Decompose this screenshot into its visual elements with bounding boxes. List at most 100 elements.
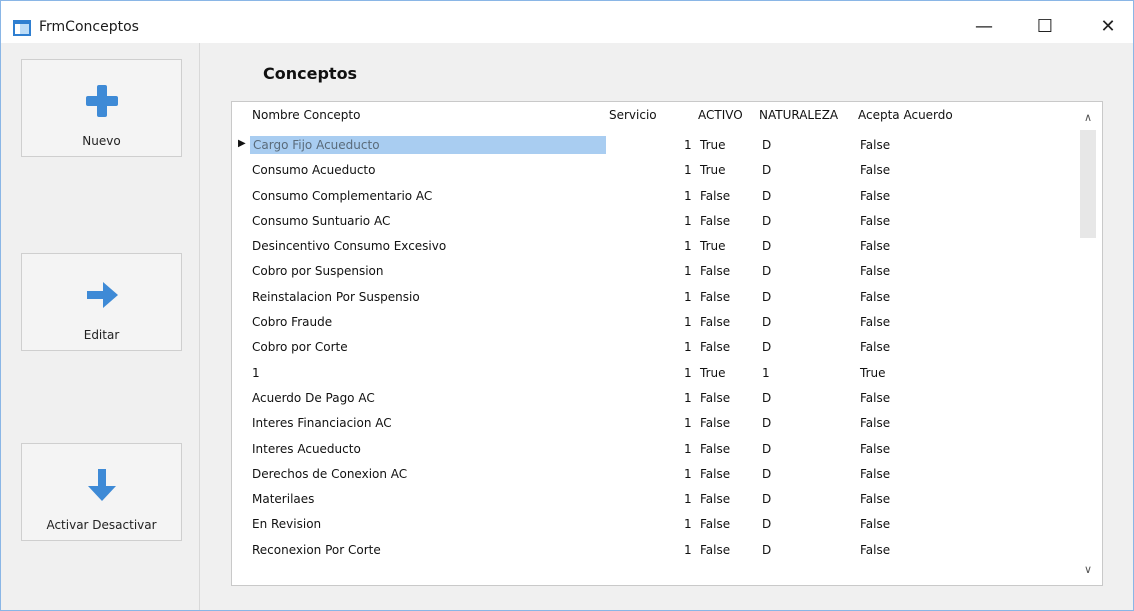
table-row[interactable]: ▶ Cargo Fijo Acueducto 1 True D False <box>232 135 1072 160</box>
nuevo-button[interactable]: Nuevo <box>21 59 182 157</box>
cell-activo[interactable]: False <box>700 543 730 557</box>
cell-nombre[interactable]: Desincentivo Consumo Excesivo <box>252 239 446 253</box>
cell-nombre[interactable]: Cargo Fijo Acueducto <box>250 136 606 154</box>
cell-servicio[interactable]: 1 <box>684 340 692 354</box>
cell-activo[interactable]: False <box>700 467 730 481</box>
cell-servicio[interactable]: 1 <box>684 416 692 430</box>
table-row[interactable]: Materilaes 1 False D False <box>232 489 1072 514</box>
column-header-acepta-acuerdo[interactable]: Acepta Acuerdo <box>858 108 953 122</box>
table-row[interactable]: Reinstalacion Por Suspensio 1 False D False <box>232 287 1072 312</box>
cell-servicio[interactable]: 1 <box>684 189 692 203</box>
cell-nombre[interactable]: Derechos de Conexion AC <box>252 467 407 481</box>
cell-acepta-acuerdo[interactable]: False <box>860 214 890 228</box>
scroll-thumb[interactable] <box>1080 130 1096 238</box>
cell-acepta-acuerdo[interactable]: False <box>860 517 890 531</box>
cell-naturaleza[interactable]: D <box>762 189 771 203</box>
cell-servicio[interactable]: 1 <box>684 492 692 506</box>
cell-naturaleza[interactable]: D <box>762 138 771 152</box>
cell-servicio[interactable]: 1 <box>684 442 692 456</box>
cell-activo[interactable]: False <box>700 189 730 203</box>
cell-activo[interactable]: True <box>700 163 726 177</box>
cell-acepta-acuerdo[interactable]: False <box>860 340 890 354</box>
table-row[interactable]: 1 1 True 1 True <box>232 363 1072 388</box>
cell-acepta-acuerdo[interactable]: False <box>860 315 890 329</box>
table-row[interactable]: Consumo Suntuario AC 1 False D False <box>232 211 1072 236</box>
cell-naturaleza[interactable]: D <box>762 416 771 430</box>
cell-activo[interactable]: True <box>700 239 726 253</box>
table-row[interactable]: Interes Financiacion AC 1 False D False <box>232 413 1072 438</box>
close-button[interactable]: ✕ <box>1085 11 1131 43</box>
cell-activo[interactable]: False <box>700 391 730 405</box>
table-row[interactable]: En Revision 1 False D False <box>232 514 1072 539</box>
cell-nombre[interactable]: Cobro por Suspension <box>252 264 383 278</box>
cell-naturaleza[interactable]: D <box>762 492 771 506</box>
cell-servicio[interactable]: 1 <box>684 543 692 557</box>
cell-naturaleza[interactable]: D <box>762 315 771 329</box>
table-row[interactable]: Consumo Complementario AC 1 False D False <box>232 186 1072 211</box>
cell-naturaleza[interactable]: D <box>762 239 771 253</box>
cell-nombre[interactable]: Interes Financiacion AC <box>252 416 392 430</box>
cell-acepta-acuerdo[interactable]: False <box>860 189 890 203</box>
column-header-nombre[interactable]: Nombre Concepto <box>252 108 360 122</box>
table-row[interactable]: Cobro por Suspension 1 False D False <box>232 261 1072 286</box>
cell-acepta-acuerdo[interactable]: False <box>860 264 890 278</box>
cell-servicio[interactable]: 1 <box>684 239 692 253</box>
cell-acepta-acuerdo[interactable]: False <box>860 391 890 405</box>
cell-servicio[interactable]: 1 <box>684 290 692 304</box>
column-header-servicio[interactable]: Servicio <box>609 108 657 122</box>
cell-activo[interactable]: False <box>700 264 730 278</box>
cell-servicio[interactable]: 1 <box>684 391 692 405</box>
cell-nombre[interactable]: Acuerdo De Pago AC <box>252 391 375 405</box>
cell-servicio[interactable]: 1 <box>684 517 692 531</box>
cell-activo[interactable]: False <box>700 492 730 506</box>
cell-naturaleza[interactable]: D <box>762 442 771 456</box>
cell-activo[interactable]: False <box>700 340 730 354</box>
cell-naturaleza[interactable]: D <box>762 467 771 481</box>
cell-acepta-acuerdo[interactable]: False <box>860 416 890 430</box>
cell-servicio[interactable]: 1 <box>684 264 692 278</box>
cell-nombre[interactable]: Consumo Suntuario AC <box>252 214 390 228</box>
cell-acepta-acuerdo[interactable]: False <box>860 492 890 506</box>
cell-acepta-acuerdo[interactable]: True <box>860 366 886 380</box>
cell-nombre[interactable]: Cobro por Corte <box>252 340 348 354</box>
cell-acepta-acuerdo[interactable]: False <box>860 442 890 456</box>
cell-nombre[interactable]: Reinstalacion Por Suspensio <box>252 290 420 304</box>
cell-naturaleza[interactable]: D <box>762 543 771 557</box>
cell-nombre[interactable]: Consumo Complementario AC <box>252 189 432 203</box>
cell-nombre[interactable]: En Revision <box>252 517 321 531</box>
table-row[interactable]: Acuerdo De Pago AC 1 False D False <box>232 388 1072 413</box>
editar-button[interactable]: Editar <box>21 253 182 351</box>
cell-servicio[interactable]: 1 <box>684 163 692 177</box>
table-row[interactable]: Cobro Fraude 1 False D False <box>232 312 1072 337</box>
cell-naturaleza[interactable]: D <box>762 340 771 354</box>
cell-nombre[interactable]: Consumo Acueducto <box>252 163 375 177</box>
cell-acepta-acuerdo[interactable]: False <box>860 138 890 152</box>
column-header-naturaleza[interactable]: NATURALEZA <box>759 108 838 122</box>
cell-servicio[interactable]: 1 <box>684 467 692 481</box>
table-row[interactable]: Cobro por Corte 1 False D False <box>232 337 1072 362</box>
cell-activo[interactable]: False <box>700 214 730 228</box>
table-row[interactable]: Reconexion Por Corte 1 False D False <box>232 540 1072 565</box>
cell-servicio[interactable]: 1 <box>684 138 692 152</box>
table-row[interactable]: Derechos de Conexion AC 1 False D False <box>232 464 1072 489</box>
scroll-up-icon[interactable]: ∧ <box>1074 108 1102 128</box>
cell-activo[interactable]: False <box>700 290 730 304</box>
maximize-button[interactable]: ☐ <box>1022 11 1068 43</box>
scroll-down-icon[interactable]: ∨ <box>1074 560 1102 580</box>
cell-nombre[interactable]: 1 <box>252 366 260 380</box>
cell-servicio[interactable]: 1 <box>684 214 692 228</box>
cell-acepta-acuerdo[interactable]: False <box>860 290 890 304</box>
minimize-button[interactable]: — <box>961 11 1007 43</box>
activar-desactivar-button[interactable]: Activar Desactivar <box>21 443 182 541</box>
cell-naturaleza[interactable]: 1 <box>762 366 770 380</box>
cell-naturaleza[interactable]: D <box>762 214 771 228</box>
cell-naturaleza[interactable]: D <box>762 163 771 177</box>
cell-activo[interactable]: True <box>700 138 726 152</box>
cell-naturaleza[interactable]: D <box>762 517 771 531</box>
cell-naturaleza[interactable]: D <box>762 264 771 278</box>
cell-acepta-acuerdo[interactable]: False <box>860 467 890 481</box>
column-header-activo[interactable]: ACTIVO <box>698 108 743 122</box>
cell-nombre[interactable]: Cobro Fraude <box>252 315 332 329</box>
conceptos-grid[interactable]: Nombre Concepto Servicio ACTIVO NATURALE… <box>231 101 1103 586</box>
title-bar[interactable]: FrmConceptos — ☐ ✕ <box>1 1 1133 43</box>
